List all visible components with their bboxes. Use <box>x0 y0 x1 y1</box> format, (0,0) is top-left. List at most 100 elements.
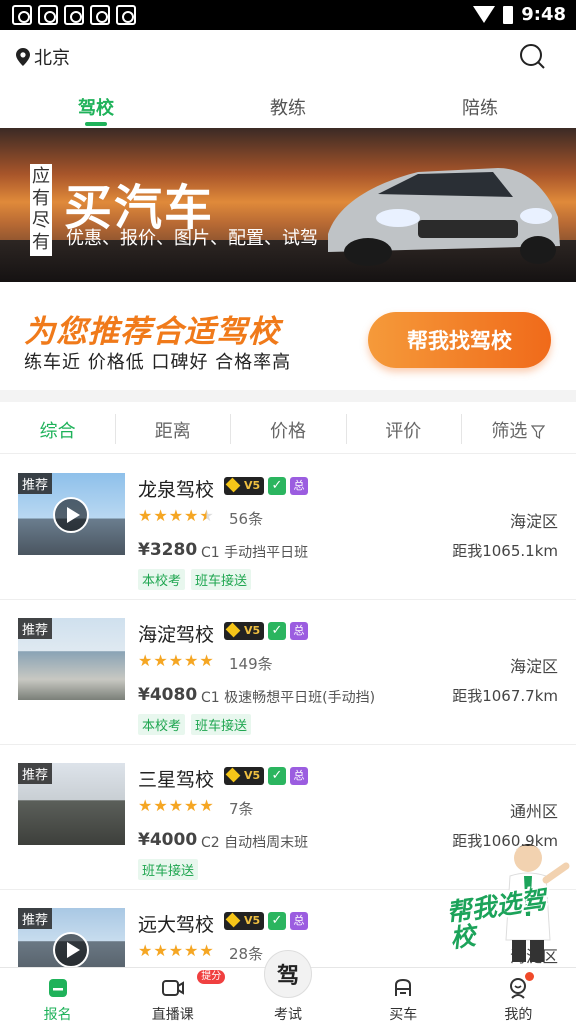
tab-coach[interactable]: 教练 <box>192 82 384 128</box>
course-name: C2 自动档周末班 <box>201 835 309 851</box>
course-name: C1 手动挡平日班 <box>201 545 309 561</box>
feature-tag: 本校考 <box>138 569 186 590</box>
school-item[interactable]: 推荐 海淀驾校 V5 ✓ 总 ★ ★ ★ ★ ★ 149条 海淀区 ¥4080 C1 极… <box>0 600 576 745</box>
car-image <box>328 168 560 266</box>
rating-stars: ★ ★ ★ ★ ★ <box>138 507 214 525</box>
sort-tab-label: 筛选 <box>491 421 528 442</box>
headquarters-icon: 总 <box>290 767 308 785</box>
school-name: 三星驾校 <box>138 769 215 791</box>
star-icon: ★ <box>199 796 214 815</box>
vip-diamond-icon: V5 <box>224 912 264 930</box>
school-thumbnail[interactable]: 推荐 <box>18 908 125 967</box>
play-icon[interactable] <box>53 932 89 967</box>
feature-tag: 本校考 <box>138 714 186 735</box>
nav-buy-car[interactable]: 买车 <box>346 968 461 1024</box>
sort-tab-filter[interactable]: 筛选 <box>460 402 576 453</box>
star-icon: ★ <box>199 941 214 960</box>
star-icon: ★ <box>168 651 184 670</box>
star-icon: ★ <box>199 651 214 670</box>
star-icon: ★ <box>168 506 184 525</box>
sort-tabs: 综合 距离 价格 评价 筛选 <box>0 402 576 454</box>
rating-stars: ★ ★ ★ ★ ★ <box>138 652 214 670</box>
star-icon: ★ <box>153 506 168 525</box>
notification-dot <box>524 972 534 981</box>
wifi-icon <box>473 6 496 23</box>
star-icon: ★ <box>153 651 168 670</box>
school-name: 海淀驾校 <box>138 624 215 646</box>
star-icon: ★ <box>138 651 153 670</box>
feature-tag: 班车接送 <box>138 859 199 880</box>
review-count: 149条 <box>229 655 273 673</box>
tab-practice[interactable]: 陪练 <box>384 82 576 128</box>
bottom-nav: 报名 提分 直播课 驾 考试 买车 我的 <box>0 950 576 1024</box>
signup-icon <box>48 979 67 997</box>
main-tabs: 驾校 教练 陪练 <box>0 82 576 128</box>
recommend-tag: 推荐 <box>18 763 53 784</box>
play-icon[interactable] <box>53 497 89 533</box>
help-choose-school-button[interactable]: 帮我选驾校 <box>445 836 572 966</box>
district: 海淀区 <box>509 657 558 676</box>
live-icon <box>161 980 184 996</box>
sort-tab-distance[interactable]: 距离 <box>115 402 230 453</box>
app-icon <box>12 5 32 25</box>
app-icon <box>64 5 84 25</box>
star-icon: ★ <box>184 651 199 670</box>
battery-icon <box>503 5 514 24</box>
location-pin-icon <box>16 48 30 66</box>
star-icon: ★ <box>138 941 153 960</box>
car-icon <box>395 978 412 996</box>
distance: 距我1065.1km <box>452 542 558 560</box>
rating-stars: ★ ★ ★ ★ ★ <box>138 797 214 815</box>
district: 通州区 <box>509 802 558 821</box>
notification-icons <box>12 5 136 25</box>
nav-live[interactable]: 提分 直播课 <box>115 968 230 1024</box>
sort-tab-rating[interactable]: 评价 <box>345 402 461 453</box>
star-icon: ★ <box>168 941 184 960</box>
school-tags: 本校考 班车接送 <box>138 714 252 735</box>
find-school-button[interactable]: 帮我找驾校 <box>368 312 551 368</box>
top-header: 北京 <box>0 30 576 82</box>
price: ¥3280 <box>138 540 198 560</box>
filter-icon <box>531 425 546 439</box>
sort-tab-label: 综合 <box>39 421 76 442</box>
school-name: 龙泉驾校 <box>138 479 215 501</box>
city-selector[interactable]: 北京 <box>16 44 70 70</box>
price: ¥4080 <box>138 685 198 705</box>
school-thumbnail[interactable]: 推荐 <box>18 473 125 555</box>
nav-signup[interactable]: 报名 <box>0 968 115 1024</box>
status-bar: 9:48 <box>0 0 576 30</box>
banner-subtitle: 优惠、报价、图片、配置、试驾 <box>66 228 318 249</box>
search-icon[interactable] <box>518 42 546 70</box>
tab-driving-school[interactable]: 驾校 <box>0 82 192 128</box>
review-count: 7条 <box>229 800 254 818</box>
sort-tab-price[interactable]: 价格 <box>230 402 345 453</box>
school-thumbnail[interactable]: 推荐 <box>18 618 125 700</box>
recommend-title: 为您推荐合适驾校 <box>24 314 280 350</box>
recommend-tag: 推荐 <box>18 908 53 929</box>
recommend-subtitle: 练车近 价格低 口碑好 合格率高 <box>24 352 292 373</box>
rating-stars: ★ ★ ★ ★ ★ <box>138 942 214 960</box>
headquarters-icon: 总 <box>290 622 308 640</box>
feature-tag: 班车接送 <box>191 569 252 590</box>
school-badges: V5 ✓ 总 <box>224 477 308 495</box>
half-star-icon: ★ <box>199 506 214 525</box>
school-badges: V5 ✓ 总 <box>224 912 308 930</box>
ad-banner[interactable]: 应有尽有 买汽车 优惠、报价、图片、配置、试驾 <box>0 128 576 282</box>
star-icon: ★ <box>153 941 168 960</box>
school-thumbnail[interactable]: 推荐 <box>18 763 125 845</box>
vip-diamond-icon: V5 <box>224 622 264 640</box>
sort-tab-overall[interactable]: 综合 <box>0 402 115 453</box>
sort-tab-label: 距离 <box>154 421 191 442</box>
nav-profile[interactable]: 我的 <box>461 968 576 1024</box>
verified-icon: ✓ <box>268 622 286 640</box>
school-item[interactable]: 推荐 龙泉驾校 V5 ✓ 总 ★ ★ ★ ★ ★ 56条 海淀区 ¥3280 C1 手动… <box>0 455 576 600</box>
nav-label: 报名 <box>43 1007 72 1023</box>
nav-label: 买车 <box>389 1007 418 1023</box>
star-icon: ★ <box>184 506 199 525</box>
nav-exam[interactable]: 驾 考试 <box>230 950 345 1024</box>
banner-vertical-text: 应有尽有 <box>30 164 52 256</box>
city-name: 北京 <box>34 48 70 69</box>
section-divider <box>0 390 576 402</box>
sort-tab-label: 价格 <box>270 421 306 442</box>
app-icon <box>38 5 58 25</box>
